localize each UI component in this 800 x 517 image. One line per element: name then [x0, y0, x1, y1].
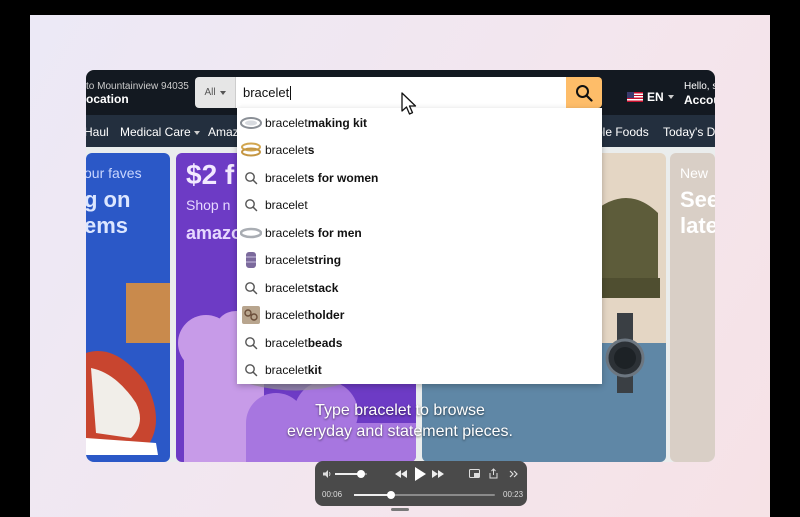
promo-card-two-dollar-subtitle: Shop n [186, 197, 231, 213]
search-icon [237, 164, 264, 191]
nav-item-medical-care-label: Medical Care [120, 125, 191, 139]
thumb-kit-icon [237, 109, 264, 136]
suggestion-item[interactable]: bracelet s [237, 136, 602, 163]
delivery-location-line1[interactable]: to Mountainview 94035 [86, 81, 189, 92]
suggestion-item[interactable]: bracelet s for men [237, 219, 602, 246]
language-selector[interactable]: EN [627, 90, 674, 104]
suggestion-prefix: bracelet [265, 170, 308, 185]
promo-card-faves-title-line2: ems [86, 213, 129, 238]
nav-item-whole-foods[interactable]: ble Foods [596, 125, 649, 139]
current-time: 00:06 [322, 490, 343, 499]
caption-line2: everyday and statement pieces. [287, 423, 513, 440]
amazon-logo: amazo [186, 223, 243, 243]
volume-slider-handle[interactable] [356, 470, 365, 478]
suggestion-item[interactable]: bracelet stack [237, 274, 602, 301]
account-greeting: Hello, s [684, 81, 715, 92]
seek-bar-fill [354, 494, 391, 496]
mouse-pointer-icon [401, 92, 417, 115]
suggestion-prefix: bracelet [265, 225, 308, 240]
promo-card-see-latest-title-line2: late [680, 213, 715, 238]
suggestion-suffix: s for men [307, 225, 362, 240]
nav-item-amazon[interactable]: Amaz [208, 125, 239, 139]
search-category-dropdown[interactable]: All [195, 77, 236, 108]
suggestion-prefix: bracelet [265, 362, 308, 377]
play-icon[interactable] [414, 467, 426, 481]
window-drag-handle[interactable] [391, 508, 409, 511]
promo-card-faves-title: g on ems [86, 187, 130, 239]
thumb-holder-icon [237, 301, 264, 328]
search-icon [576, 84, 593, 102]
nav-item-haul[interactable]: Haul [86, 125, 109, 139]
chevron-down-icon [667, 95, 674, 99]
text-caret [290, 85, 292, 100]
promo-card-see-latest[interactable]: New See late [670, 153, 715, 462]
nav-item-medical-care[interactable]: Medical Care [120, 125, 200, 139]
promo-card-faves-subtitle: our faves [86, 165, 142, 181]
suggestion-item[interactable]: bracelet beads [237, 329, 602, 356]
search-button[interactable] [566, 77, 602, 108]
thumb-bracelets-icon [237, 136, 264, 163]
thumb-men-icon [237, 219, 264, 246]
suggestion-item[interactable]: bracelet [237, 191, 602, 218]
search-icon [237, 191, 264, 218]
suggestion-prefix: bracelet [265, 115, 308, 130]
suggestion-prefix: bracelet [265, 307, 308, 322]
promo-card-faves-title-line1: g on [86, 187, 131, 212]
suggestion-suffix: string [307, 252, 342, 267]
video-caption: Type bracelet to browse everyday and sta… [270, 400, 530, 442]
search-icon [237, 274, 264, 301]
volume-icon[interactable] [322, 469, 332, 479]
search-suggestions-dropdown: bracelet making kit bracelet s bracelet s … [237, 108, 602, 384]
volume-slider[interactable] [335, 470, 367, 478]
thumb-string-icon [237, 246, 264, 273]
language-label: EN [647, 90, 664, 104]
suggestion-item[interactable]: bracelet making kit [237, 109, 602, 136]
rewind-icon[interactable] [395, 470, 407, 478]
suggestion-item[interactable]: bracelet kit [237, 356, 602, 383]
account-menu[interactable]: Accou [684, 93, 715, 107]
video-player-controls: 00:06 00:23 [315, 461, 527, 506]
suggestion-suffix: holder [307, 307, 345, 322]
search-icon [237, 356, 264, 383]
chevron-down-icon [193, 130, 200, 135]
suggestion-item[interactable]: bracelet s for women [237, 164, 602, 191]
more-icon[interactable] [509, 470, 519, 478]
promo-card-see-latest-title: See late [680, 187, 715, 239]
nav-item-todays-deals[interactable]: Today's De [663, 125, 715, 139]
suggestion-item[interactable]: bracelet string [237, 246, 602, 273]
suggestion-prefix: bracelet [265, 280, 308, 295]
search-category-label: All [204, 87, 216, 98]
fast-forward-icon[interactable] [432, 470, 444, 478]
suggestion-prefix: bracelet [265, 252, 308, 267]
search-icon [237, 329, 264, 356]
sneaker-image [86, 283, 170, 455]
promo-card-two-dollar-title: $2 f [186, 159, 235, 190]
search-input-value: bracelet [243, 85, 290, 100]
promo-card-faves[interactable]: our faves g on ems [86, 153, 170, 462]
suggestion-suffix: stack [307, 280, 339, 295]
us-flag-icon [627, 92, 643, 102]
suggestion-suffix: making kit [307, 115, 368, 130]
seek-bar-handle[interactable] [386, 491, 395, 499]
suggestion-prefix: bracelet [265, 142, 308, 157]
suggestion-item[interactable]: bracelet holder [237, 301, 602, 328]
picture-in-picture-icon[interactable] [469, 469, 480, 478]
promo-card-see-latest-subtitle: New [680, 165, 709, 181]
caption-line1: Type bracelet to browse [315, 402, 485, 419]
seek-bar[interactable] [354, 491, 495, 499]
suggestion-prefix: bracelet [265, 335, 308, 350]
promo-card-see-latest-title-line1: See [680, 187, 715, 212]
suggestion-suffix: s [307, 142, 315, 157]
suggestion-suffix: kit [307, 362, 322, 377]
suggestion-suffix: beads [307, 335, 343, 350]
suggestion-prefix: bracelet [265, 197, 308, 212]
total-time: 00:23 [503, 490, 524, 499]
chevron-down-icon [219, 90, 226, 95]
suggestion-suffix: s for women [307, 170, 379, 185]
delivery-location-line2[interactable]: ocation [86, 92, 129, 106]
share-icon[interactable] [489, 468, 498, 479]
